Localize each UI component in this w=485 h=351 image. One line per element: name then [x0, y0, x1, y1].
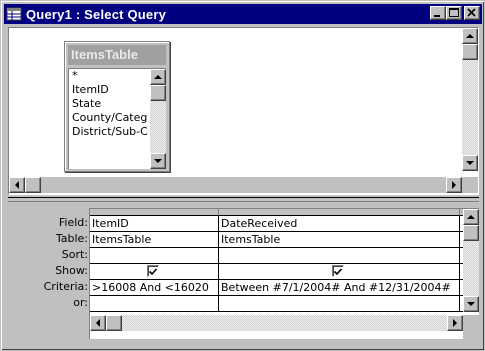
grid-scroll-up-button[interactable] [463, 209, 479, 225]
or-cell[interactable] [90, 296, 219, 312]
checkmark-icon [148, 268, 158, 276]
scroll-corner [462, 177, 478, 193]
or-cell[interactable] [219, 296, 460, 312]
scroll-up-button[interactable] [150, 69, 166, 85]
arrow-left-icon [15, 181, 19, 189]
show-checkbox[interactable] [332, 265, 344, 277]
arrow-down-icon [467, 302, 475, 306]
title-bar[interactable]: Query1 : Select Query [4, 4, 482, 24]
close-button[interactable] [464, 6, 480, 20]
close-icon [467, 8, 476, 17]
checkmark-icon [333, 268, 343, 276]
pane-splitter[interactable] [8, 197, 479, 202]
grid-horizontal-thumb[interactable] [106, 315, 122, 331]
arrow-left-icon [96, 319, 100, 327]
pane-horizontal-thumb[interactable] [25, 177, 41, 193]
pane-scroll-left-button[interactable] [9, 177, 25, 193]
scroll-down-button[interactable] [150, 153, 166, 169]
row-label-show: Show: [55, 264, 88, 277]
row-label-sort: Sort: [61, 248, 88, 261]
field-list[interactable]: * ItemID State County/Categ District/Sub… [68, 68, 166, 169]
maximize-button[interactable] [446, 6, 462, 20]
arrow-up-icon [466, 34, 474, 38]
pane-scroll-up-button[interactable] [462, 28, 478, 44]
field-list-box[interactable]: ItemsTable * ItemID State County/Categ D… [64, 41, 170, 172]
pane-scroll-right-button[interactable] [446, 177, 462, 193]
grid-vertical-track[interactable] [463, 241, 479, 296]
row-label-or: or: [73, 296, 88, 309]
criteria-cell[interactable]: Between #7/1/2004# And #12/31/2004# [219, 280, 460, 296]
column-selector[interactable] [90, 209, 219, 216]
grid-horizontal-track[interactable] [122, 315, 447, 331]
row-label-criteria: Criteria: [43, 280, 88, 293]
arrow-right-icon [452, 181, 456, 189]
row-label-table: Table: [55, 232, 88, 245]
arrow-up-icon [467, 215, 475, 219]
pane-vertical-thumb[interactable] [462, 44, 478, 60]
query-design-grid[interactable]: ItemID ItemsTable >16008 And <16020 Date… [89, 208, 479, 339]
query-window: Query1 : Select Query ItemsTable * ItemI… [0, 0, 485, 351]
column-selector[interactable] [219, 209, 460, 216]
query-window-icon[interactable] [6, 6, 22, 22]
show-cell[interactable] [219, 264, 460, 280]
grid-scroll-down-button[interactable] [463, 296, 479, 312]
grid-scroll-left-button[interactable] [90, 315, 106, 331]
design-grid-pane: Field: Table: Sort: Show: Criteria: or: … [8, 204, 479, 342]
pane-horizontal-track[interactable] [41, 177, 446, 193]
maximize-icon [449, 8, 459, 17]
field-cell[interactable]: DateReceived [219, 216, 460, 232]
arrow-down-icon [466, 161, 474, 165]
table-cell[interactable]: ItemsTable [219, 232, 460, 248]
pane-vertical-track[interactable] [462, 44, 478, 160]
field-cell[interactable]: ItemID [90, 216, 219, 232]
sort-cell[interactable] [90, 248, 219, 264]
window-title: Query1 : Select Query [26, 6, 167, 22]
grid-vertical-thumb[interactable] [463, 225, 479, 241]
arrow-down-icon [154, 159, 162, 163]
scroll-thumb[interactable] [150, 85, 166, 101]
pane-scroll-down-button[interactable] [462, 155, 478, 171]
arrow-right-icon [453, 319, 457, 327]
arrow-up-icon [154, 75, 162, 79]
criteria-cell[interactable]: >16008 And <16020 [90, 280, 219, 296]
minimize-icon [434, 15, 440, 17]
show-cell[interactable] [90, 264, 219, 280]
show-checkbox[interactable] [147, 265, 159, 277]
field-list-scrollbar[interactable] [150, 69, 166, 169]
minimize-button[interactable] [430, 6, 446, 20]
sort-cell[interactable] [219, 248, 460, 264]
grid-scroll-right-button[interactable] [447, 315, 463, 331]
table-cell[interactable]: ItemsTable [90, 232, 219, 248]
field-list-title[interactable]: ItemsTable [68, 45, 166, 65]
grid-scroll-corner [463, 315, 479, 339]
table-pane[interactable]: ItemsTable * ItemID State County/Categ D… [8, 27, 479, 195]
grid-empty-area [90, 331, 463, 339]
row-label-field: Field: [58, 216, 88, 229]
